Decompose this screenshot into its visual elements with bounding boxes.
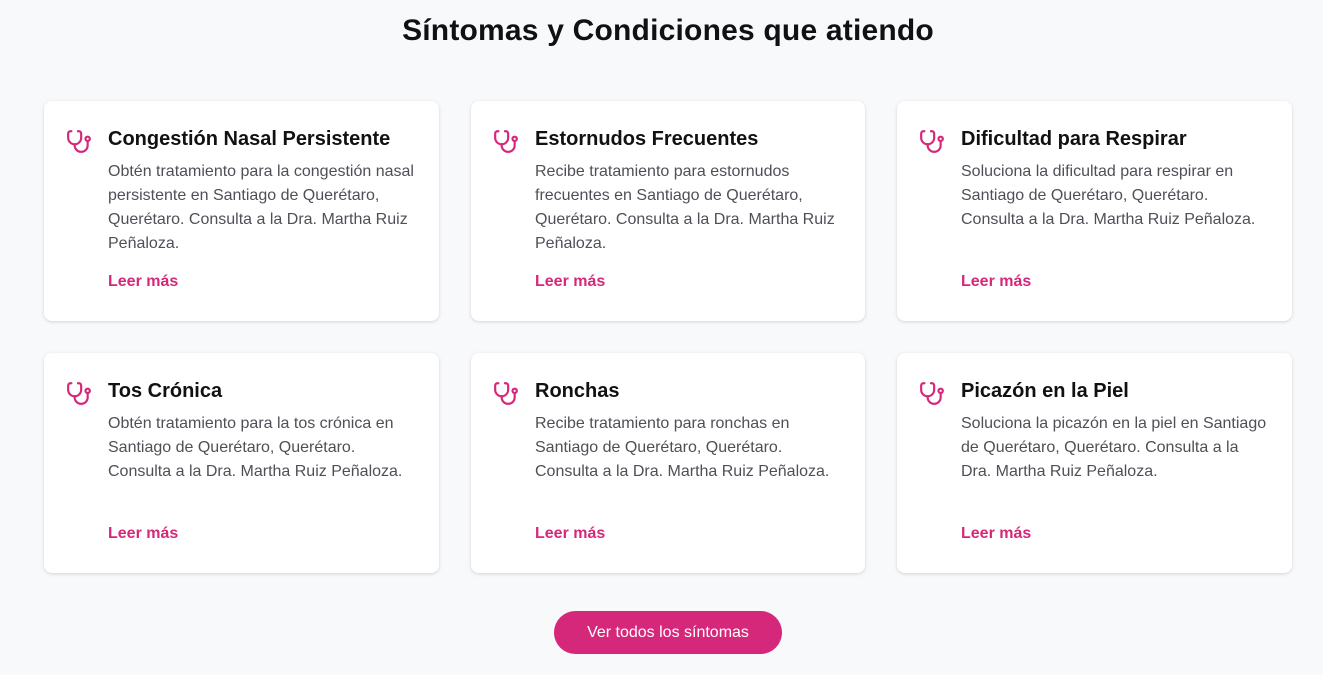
view-all-symptoms-button[interactable]: Ver todos los síntomas xyxy=(554,611,782,654)
card-description: Obtén tratamiento para la congestión nas… xyxy=(108,163,414,252)
symptom-card: Congestión Nasal Persistente Obtén trata… xyxy=(44,101,439,321)
symptoms-section: Síntomas y Condiciones que atiendo Conge… xyxy=(0,0,1323,675)
read-more-link[interactable]: Leer más xyxy=(961,273,1031,291)
stethoscope-icon xyxy=(920,130,944,153)
symptom-card: Tos Crónica Obtén tratamiento para la to… xyxy=(44,353,439,573)
card-title: Ronchas xyxy=(535,380,620,402)
read-more-link[interactable]: Leer más xyxy=(108,273,178,291)
symptom-card: Ronchas Recibe tratamiento para ronchas … xyxy=(471,353,865,573)
stethoscope-icon xyxy=(494,382,518,405)
card-description: Soluciona la dificultad para respirar en… xyxy=(961,163,1256,228)
read-more-link[interactable]: Leer más xyxy=(535,525,605,543)
read-more-link[interactable]: Leer más xyxy=(961,525,1031,543)
symptom-card: Dificultad para Respirar Soluciona la di… xyxy=(897,101,1292,321)
card-description: Recibe tratamiento para estornudos frecu… xyxy=(535,163,835,252)
symptom-card: Estornudos Frecuentes Recibe tratamiento… xyxy=(471,101,865,321)
stethoscope-icon xyxy=(494,130,518,153)
stethoscope-icon xyxy=(67,382,91,405)
card-title: Estornudos Frecuentes xyxy=(535,128,759,150)
read-more-link[interactable]: Leer más xyxy=(108,525,178,543)
stethoscope-icon xyxy=(67,130,91,153)
card-description: Obtén tratamiento para la tos crónica en… xyxy=(108,415,403,480)
card-description: Soluciona la picazón en la piel en Santi… xyxy=(961,415,1267,480)
symptom-card: Picazón en la Piel Soluciona la picazón … xyxy=(897,353,1292,573)
card-description: Recibe tratamiento para ronchas en Santi… xyxy=(535,415,830,480)
card-title: Picazón en la Piel xyxy=(961,380,1129,402)
stethoscope-icon xyxy=(920,382,944,405)
symptoms-grid: Congestión Nasal Persistente Obtén trata… xyxy=(44,101,1292,573)
card-title: Tos Crónica xyxy=(108,380,223,402)
section-title: Síntomas y Condiciones que atiendo xyxy=(402,14,934,47)
card-title: Dificultad para Respirar xyxy=(961,128,1187,150)
card-title: Congestión Nasal Persistente xyxy=(108,128,391,150)
read-more-link[interactable]: Leer más xyxy=(535,273,605,291)
